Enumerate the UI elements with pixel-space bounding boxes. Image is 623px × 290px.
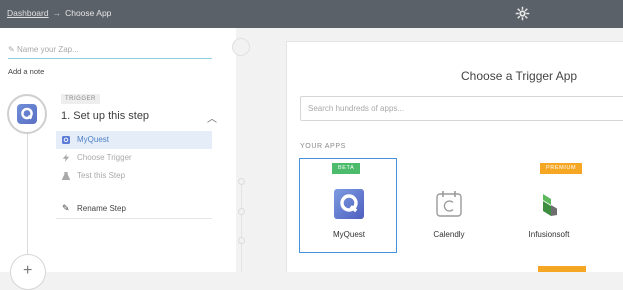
premium-badge-partial [538,266,586,272]
trigger-badge: TRIGGER [61,94,100,104]
zap-name-placeholder: Name your Zap... [17,45,79,54]
rename-step-label: Rename Step [77,204,126,213]
choose-app-panel: Choose a Trigger App Search hundreds of … [286,41,623,272]
myquest-icon [62,136,70,144]
your-apps-heading: YOUR APPS [300,143,346,150]
beta-badge: BETA [332,163,361,174]
myquest-icon [17,104,37,124]
pencil-icon: ✎ [62,203,70,213]
step-item-test-step[interactable]: Test this Step [56,167,212,185]
breadcrumb-dashboard-link[interactable]: Dashboard [7,8,49,18]
myquest-logo-icon [334,189,364,219]
bolt-icon [62,154,70,162]
step-item-choose-trigger[interactable]: Choose Trigger [56,149,212,167]
breadcrumb-current: Choose App [65,8,112,18]
panel-title: Choose a Trigger App [461,69,578,83]
app-search-input[interactable]: Search hundreds of apps... [300,96,623,121]
connector-node [238,178,245,185]
connector-node [238,208,245,215]
zap-editor-sidebar: ✎ Name your Zap... Add a note TRIGGER 1. … [0,28,236,290]
calendar-icon [436,191,462,217]
top-bar: Dashboard → Choose App [0,0,623,28]
zap-name-input[interactable]: ✎ Name your Zap... [8,45,212,59]
connector-rail [241,178,242,272]
step-item-label: MyQuest [77,135,110,144]
app-card-name: MyQuest [332,230,365,239]
app-card-calendly[interactable]: Calendly [399,158,497,253]
app-card-name: Infusionsoft [528,230,570,239]
gear-icon[interactable] [515,6,530,21]
step-item-label: Test this Step [77,171,126,180]
infusionsoft-logo-icon [543,194,557,216]
add-step-button[interactable]: + [10,254,46,290]
plus-icon: + [23,262,33,279]
add-note-link[interactable]: Add a note [8,67,44,76]
connector-node [238,237,245,244]
step-item-myquest[interactable]: MyQuest [56,131,212,149]
app-card-myquest[interactable]: BETA MyQuest [299,158,397,253]
app-card-name: Calendly [433,230,465,239]
step-app-circle[interactable] [7,94,47,134]
app-search-placeholder: Search hundreds of apps... [308,104,405,113]
pencil-icon: ✎ [8,45,15,54]
step-item-label: Choose Trigger [77,153,132,162]
connector-node [232,38,250,56]
premium-badge: PREMIUM [540,163,583,174]
step-title[interactable]: 1. Set up this step [61,110,149,122]
chevron-up-icon[interactable]: ︿ [207,110,217,125]
breadcrumb-separator: → [52,8,62,18]
app-card-infusionsoft[interactable]: PREMIUM Infusionsoft [499,158,597,253]
rename-step-button[interactable]: ✎ Rename Step [56,200,212,219]
flask-icon [62,172,70,180]
breadcrumb: Dashboard → Choose App [7,8,111,18]
